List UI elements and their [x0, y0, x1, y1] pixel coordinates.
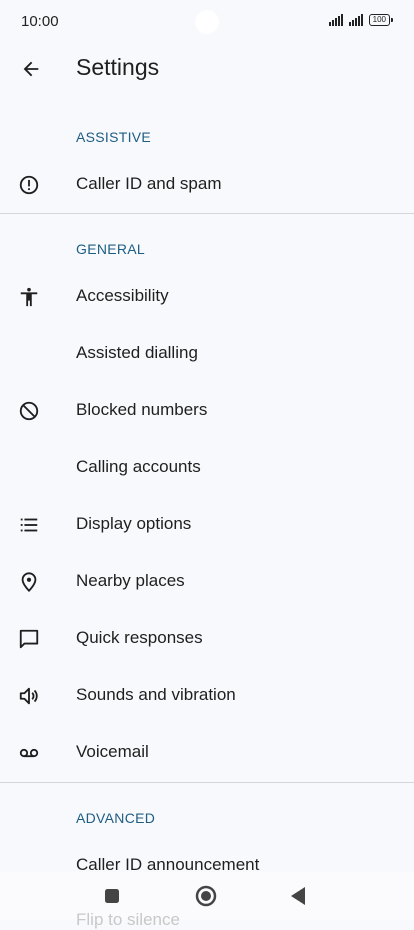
setting-label: Blocked numbers [76, 400, 208, 419]
alert-circle-icon [17, 173, 41, 197]
back-button[interactable] [14, 52, 48, 86]
status-indicators: 100 [328, 14, 394, 26]
setting-label: Quick responses [76, 628, 203, 647]
setting-assisted-dialling[interactable]: Assisted dialling [0, 326, 414, 382]
setting-blocked-numbers[interactable]: Blocked numbers [0, 383, 414, 439]
setting-nearby-places[interactable]: Nearby places [0, 554, 414, 610]
arrow-left-icon [23, 61, 39, 77]
setting-calling-accounts[interactable]: Calling accounts [0, 440, 414, 496]
divider [0, 782, 414, 783]
list-icon [17, 513, 41, 537]
block-icon [17, 399, 41, 423]
setting-voicemail[interactable]: Voicemail [0, 725, 414, 781]
setting-label: Caller ID and spam [76, 174, 222, 193]
recent-apps-button[interactable] [98, 884, 126, 908]
volume-icon [17, 684, 41, 708]
setting-label: Accessibility [76, 286, 169, 305]
voicemail-icon [17, 741, 41, 765]
triangle-back-icon [291, 887, 305, 905]
setting-accessibility[interactable]: Accessibility [0, 269, 414, 325]
square-icon [105, 889, 119, 903]
setting-label: Sounds and vibration [76, 685, 236, 704]
accessibility-icon [17, 285, 41, 309]
battery-level: 100 [372, 15, 386, 24]
section-header-general: GENERAL [76, 241, 146, 257]
section-header-advanced: ADVANCED [76, 810, 156, 826]
circle-icon [195, 885, 217, 907]
status-bar: 10:00 100 [0, 0, 414, 44]
setting-flip-to-silence[interactable]: Flip to silence [76, 910, 180, 930]
camera-cutout [195, 10, 219, 34]
setting-caller-id-and-spam[interactable]: Caller ID and spam [0, 157, 414, 213]
setting-label: Assisted dialling [76, 343, 198, 362]
setting-sounds-and-vibration[interactable]: Sounds and vibration [0, 668, 414, 724]
setting-quick-responses[interactable]: Quick responses [0, 611, 414, 667]
setting-label: Calling accounts [76, 457, 201, 476]
home-button[interactable] [192, 884, 220, 908]
message-icon [17, 627, 41, 651]
setting-label: Nearby places [76, 571, 185, 590]
signal-icon [328, 14, 343, 26]
setting-label: Display options [76, 514, 192, 533]
battery-icon: 100 [368, 14, 394, 26]
back-nav-button[interactable] [284, 884, 312, 908]
navigation-bar [0, 872, 414, 920]
page-title: Settings [76, 54, 160, 80]
setting-display-options[interactable]: Display options [0, 497, 414, 553]
signal-icon [348, 14, 363, 26]
status-time: 10:00 [21, 13, 59, 30]
location-pin-icon [17, 570, 41, 594]
app-bar: Settings [0, 44, 414, 92]
setting-label: Voicemail [76, 742, 149, 761]
divider [0, 213, 414, 214]
section-header-assistive: ASSISTIVE [76, 129, 152, 145]
